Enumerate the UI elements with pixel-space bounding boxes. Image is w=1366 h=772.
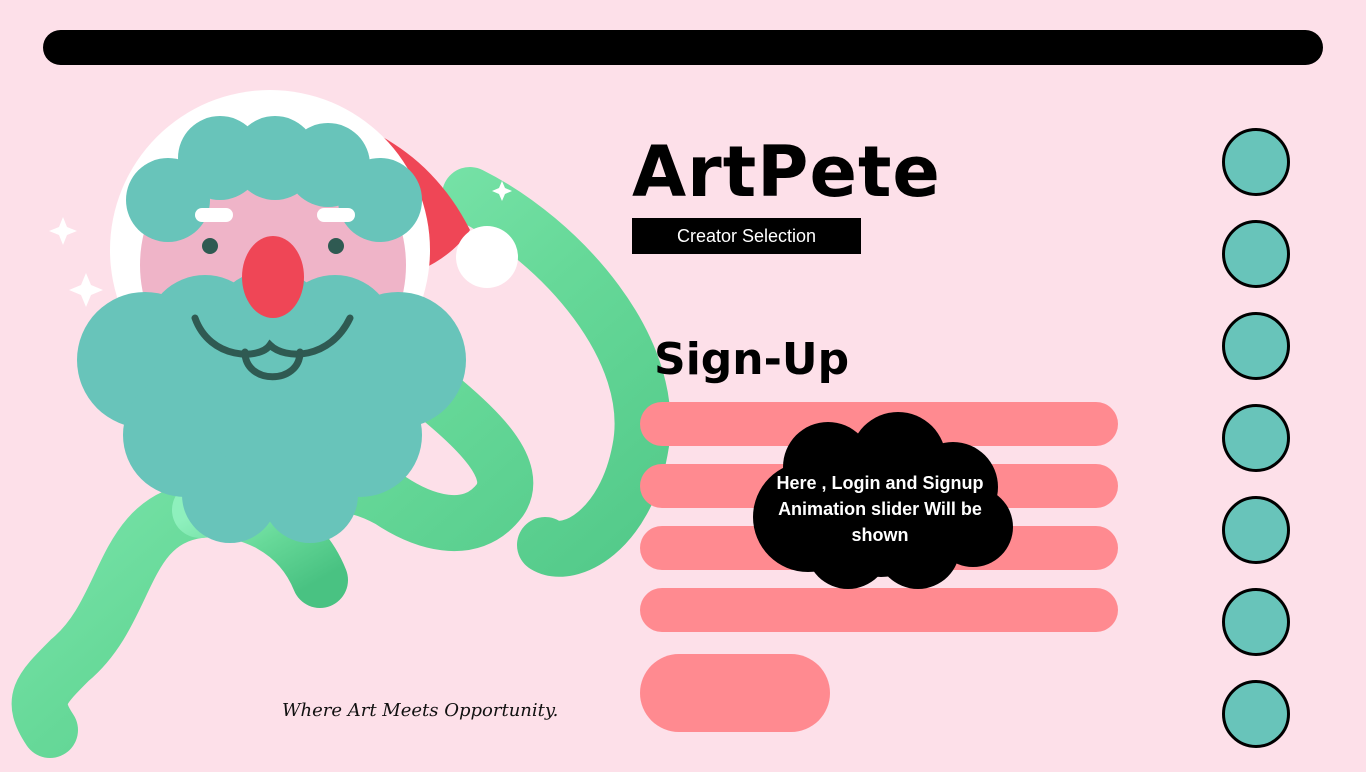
brand-title: ArtPete — [632, 131, 941, 213]
slider-dot-4[interactable] — [1222, 404, 1290, 472]
signup-submit-button[interactable] — [640, 654, 830, 732]
slider-dots — [1222, 128, 1290, 772]
slider-dot-3[interactable] — [1222, 312, 1290, 380]
signup-field-4[interactable] — [640, 588, 1118, 632]
slider-dot-2[interactable] — [1222, 220, 1290, 288]
slider-dot-5[interactable] — [1222, 496, 1290, 564]
top-bar — [43, 30, 1323, 65]
tagline: Where Art Meets Opportunity. — [282, 700, 559, 721]
santa-illustration-icon — [11, 90, 671, 758]
slider-dot-6[interactable] — [1222, 588, 1290, 656]
slider-dot-7[interactable] — [1222, 680, 1290, 748]
signup-title: Sign-Up — [654, 334, 850, 385]
brand-subtitle-badge: Creator Selection — [632, 218, 861, 254]
slider-dot-1[interactable] — [1222, 128, 1290, 196]
animation-notice-text: Here , Login and Signup Animation slider… — [776, 473, 984, 545]
